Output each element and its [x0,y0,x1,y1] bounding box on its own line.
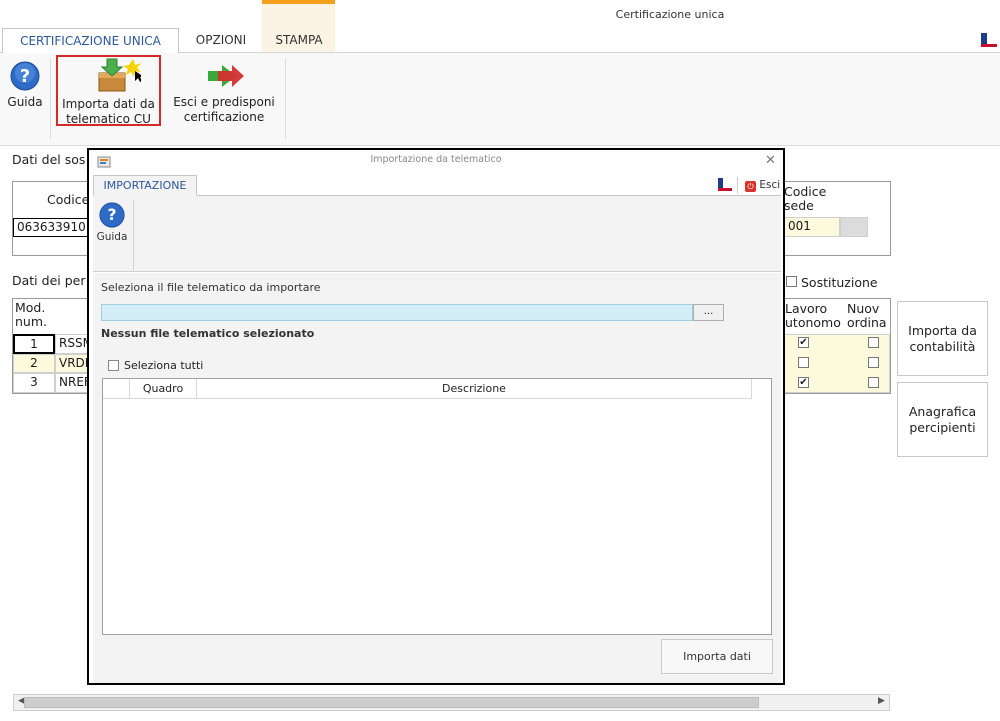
title-bar [0,0,1000,28]
power-icon: ⏻ [745,181,756,192]
row-num-cell[interactable]: 3 [13,373,55,393]
flag-icon[interactable] [718,178,732,191]
esci-button[interactable]: ⏻ Esci [745,179,780,192]
ribbon-separator [133,200,134,270]
dialog-guida-button[interactable]: ? Guida [95,202,129,243]
importa-contabilita-button[interactable]: Importa da contabilità [897,301,988,376]
dialog-guida-label: Guida [96,231,128,243]
file-path-input[interactable] [101,304,693,321]
quadri-list[interactable]: Quadro Descrizione [102,378,772,635]
dialog-title: Importazione da telematico [370,154,502,165]
row-num-cell[interactable]: 1 [13,334,55,354]
importa-label-1: Importa dati da [62,97,155,111]
nuova-checkbox[interactable] [868,337,879,348]
svg-text:?: ? [107,206,116,224]
import-box-icon [98,58,144,92]
ribbon-tab-bar: CERTIFICAZIONE UNICA OPZIONI STAMPA [0,28,1000,54]
grey-cell [840,217,868,237]
guida-label: Guida [7,95,43,109]
sostituzione-label: Sostituzione [801,275,878,290]
sostituzione-checkbox[interactable] [786,276,797,287]
lavoro-checkbox[interactable] [798,357,809,368]
esci-label: Esci [759,179,781,191]
guida-button[interactable]: ? Guida [2,61,48,110]
nuova-ordinaria-header: Nuov ordina [847,302,887,330]
percipienti-label: Dati dei per [12,273,86,288]
importazione-dialog: Importazione da telematico ✕ IMPORTAZION… [87,148,785,685]
help-icon: ? [10,61,40,91]
esci-label-2: certificazione [183,110,265,124]
select-all-label: Seleziona tutti [124,359,204,372]
arrow-right-icon [208,65,244,87]
window-title: Certificazione unica [615,8,725,21]
esci-label-1: Esci e predisponi [173,95,275,109]
esci-predisponi-button[interactable]: Esci e predisponi certificazione [166,61,282,125]
scrollbar-thumb[interactable] [24,697,759,708]
row-name-cell[interactable]: VRDM [55,354,95,373]
row-header-cell [103,379,130,399]
row-name-cell[interactable]: RSSM [55,334,93,354]
help-icon: ? [99,202,125,228]
no-file-message: Nessun file telematico selezionato [101,327,315,340]
column-quadro[interactable]: Quadro [130,379,197,399]
row-name-cell[interactable]: NREF [55,373,91,393]
importa-label-2: telematico CU [66,112,151,126]
ribbon-separator [737,177,738,193]
ribbon-separator [285,59,286,139]
nuova-checkbox[interactable] [868,377,879,388]
sostituto-label: Dati del sos [12,152,86,167]
column-descrizione[interactable]: Descrizione [197,379,752,399]
sede-cell[interactable]: 001 [784,217,840,237]
importa-dati-button[interactable]: Importa dati [661,639,773,674]
lavoro-checkbox[interactable]: ✔ [798,337,809,348]
select-file-prompt: Seleziona il file telematico da importar… [101,281,321,294]
row-num-cell[interactable]: 2 [13,354,55,373]
ribbon-separator [50,59,51,139]
codice-fiscale-cell[interactable]: 063633910 [13,218,93,237]
select-all-checkbox[interactable] [108,360,119,371]
svg-text:?: ? [20,66,30,87]
codice-header: Codice [47,192,90,207]
tab-stampa[interactable]: STAMPA [264,28,334,53]
tab-certificazione-unica[interactable]: CERTIFICAZIONE UNICA [2,28,179,54]
nuova-checkbox[interactable] [868,357,879,368]
scroll-right-icon[interactable]: ▶ [878,696,885,706]
dialog-ribbon [93,195,781,272]
mod-num-header: Mod. num. [15,300,47,329]
flag-icon[interactable] [981,33,997,47]
browse-button[interactable]: ... [693,304,724,321]
anagrafica-percipienti-button[interactable]: Anagrafica percipienti [897,382,988,457]
tab-opzioni[interactable]: OPZIONI [182,28,260,53]
ribbon-panel: ? Guida Importa dati da telematico CU Es… [0,53,1000,146]
codice-sede-header: Codice sede [784,184,827,213]
close-icon[interactable]: ✕ [765,153,776,168]
importa-dati-telematico-button[interactable]: Importa dati da telematico CU [56,55,161,126]
lavoro-checkbox[interactable]: ✔ [798,377,809,388]
tab-importazione[interactable]: IMPORTAZIONE [93,175,197,196]
lavoro-autonomo-header: Lavoro utonomo [785,301,841,330]
